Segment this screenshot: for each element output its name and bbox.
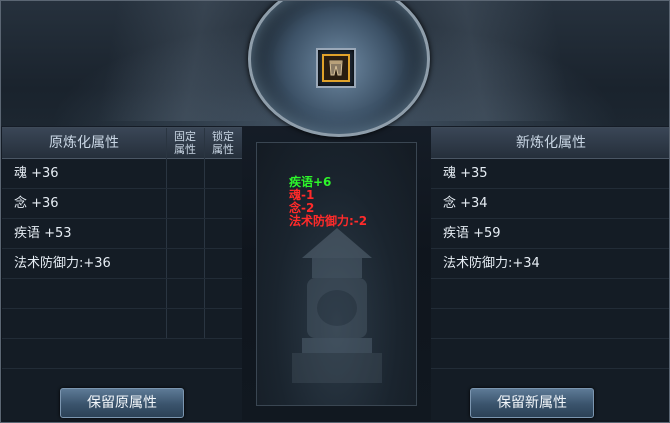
equipment-slot[interactable] — [316, 48, 356, 88]
keep-new-attributes-button[interactable]: 保留新属性 — [470, 388, 594, 418]
empty-attribute-row — [2, 339, 242, 369]
refine-window: 原炼化属性 固定 属性 锁定 属性 魂 +36 念 +36 疾语 +53 法术防… — [0, 0, 670, 423]
attribute-text: 法术防御力:+34 — [443, 256, 540, 271]
original-attributes-title: 原炼化属性 — [49, 135, 119, 151]
change-preview-panel: 疾语+6 魂-1 念-2 法术防御力:-2 — [256, 142, 417, 406]
new-attributes-header: 新炼化属性 — [431, 128, 669, 159]
attribute-row[interactable]: 魂 +36 — [2, 159, 242, 189]
attribute-text: 法术防御力:+36 — [14, 256, 111, 271]
attribute-row[interactable]: 念 +34 — [431, 189, 669, 219]
keep-original-attributes-button[interactable]: 保留原属性 — [60, 388, 184, 418]
attribute-row[interactable]: 法术防御力:+34 — [431, 249, 669, 279]
locked-attribute-column-header: 锁定 属性 — [212, 130, 234, 156]
empty-attribute-row — [2, 279, 242, 309]
attribute-text: 念 +36 — [14, 196, 59, 211]
attribute-text: 疾语 +53 — [14, 226, 72, 241]
attribute-text: 念 +34 — [443, 196, 488, 211]
new-attributes-panel: 新炼化属性 魂 +35 念 +34 疾语 +59 法术防御力:+34 — [431, 127, 669, 420]
empty-attribute-row — [431, 279, 669, 309]
attribute-row[interactable]: 魂 +35 — [431, 159, 669, 189]
pants-armor-icon — [329, 60, 343, 76]
equipment-item[interactable] — [322, 54, 350, 82]
attribute-text: 疾语 +59 — [443, 226, 501, 241]
attribute-text: 魂 +36 — [14, 166, 59, 181]
attribute-row[interactable]: 念 +36 — [2, 189, 242, 219]
fixed-attribute-column-header: 固定 属性 — [174, 130, 196, 156]
attribute-row[interactable]: 疾语 +59 — [431, 219, 669, 249]
empty-attribute-row — [431, 309, 669, 339]
cauldron-statue-image — [292, 228, 382, 383]
original-attributes-panel: 原炼化属性 固定 属性 锁定 属性 魂 +36 念 +36 疾语 +53 法术防… — [2, 127, 242, 420]
empty-attribute-row — [2, 309, 242, 339]
change-line: 法术防御力:-2 — [289, 214, 368, 228]
original-attributes-header: 原炼化属性 固定 属性 锁定 属性 — [2, 128, 242, 159]
empty-attribute-row — [431, 339, 669, 369]
attribute-text: 魂 +35 — [443, 166, 488, 181]
header-art — [1, 1, 669, 137]
new-attributes-title: 新炼化属性 — [516, 135, 586, 151]
attribute-row[interactable]: 法术防御力:+36 — [2, 249, 242, 279]
attribute-row[interactable]: 疾语 +53 — [2, 219, 242, 249]
